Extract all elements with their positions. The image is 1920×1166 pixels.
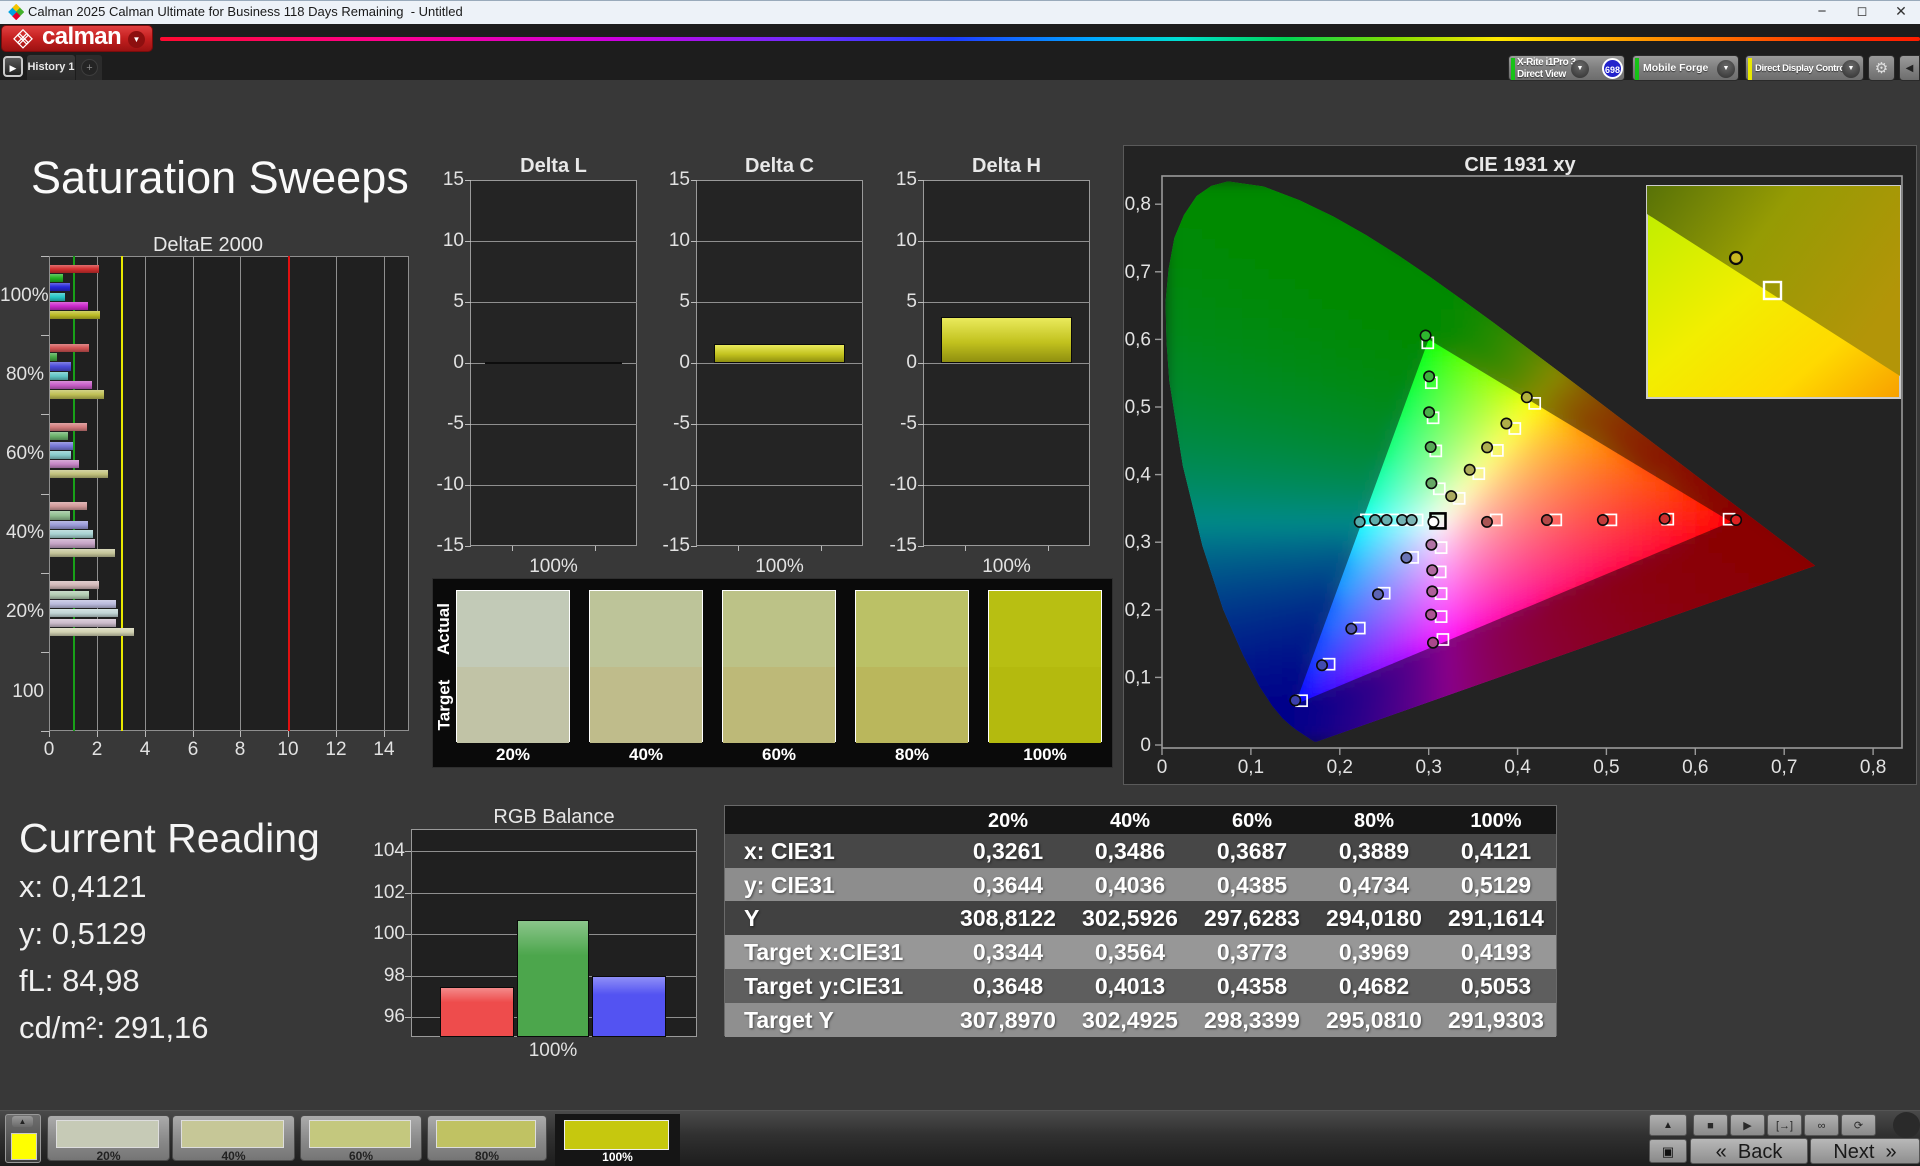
svg-text:0,1: 0,1 (1238, 757, 1264, 778)
svg-text:0: 0 (1140, 735, 1151, 756)
svg-text:0: 0 (1157, 757, 1168, 778)
svg-text:0,2: 0,2 (1125, 600, 1151, 621)
svg-text:0,4: 0,4 (1504, 757, 1531, 778)
svg-text:0,1: 0,1 (1125, 667, 1151, 688)
svg-text:0,8: 0,8 (1125, 194, 1151, 215)
svg-text:0,8: 0,8 (1860, 757, 1886, 778)
svg-text:0,6: 0,6 (1125, 329, 1151, 350)
svg-text:0,7: 0,7 (1771, 757, 1797, 778)
svg-text:0,7: 0,7 (1125, 262, 1151, 283)
svg-text:0,2: 0,2 (1327, 757, 1353, 778)
svg-text:0,3: 0,3 (1125, 532, 1151, 553)
svg-text:0,5: 0,5 (1593, 757, 1619, 778)
svg-text:0,6: 0,6 (1682, 757, 1708, 778)
svg-text:0,5: 0,5 (1125, 397, 1151, 418)
svg-text:0,3: 0,3 (1415, 757, 1441, 778)
svg-text:0,4: 0,4 (1125, 465, 1152, 486)
